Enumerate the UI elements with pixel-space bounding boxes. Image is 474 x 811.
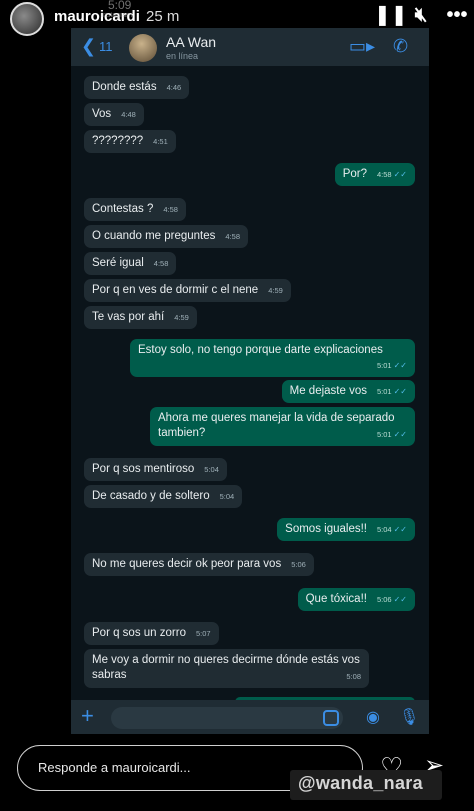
read-check-icon: ✓✓ xyxy=(393,361,407,370)
ghost-app-label: Instagram xyxy=(101,12,133,19)
message-text: Donde estás xyxy=(92,81,157,93)
more-icon[interactable]: ••• xyxy=(446,4,468,26)
mic-icon[interactable]: 🎙︎ xyxy=(399,707,419,727)
back-count[interactable]: 11 xyxy=(99,39,113,54)
message-bubble[interactable]: ???????? 4:51 xyxy=(84,130,176,153)
message-time: 5:07 xyxy=(195,629,211,638)
message-time: 4:51 xyxy=(153,137,168,146)
message-time: 4:59 xyxy=(174,313,189,322)
read-check-icon: ✓✓ xyxy=(393,595,407,604)
story-header: mauroicardi 5:09 Instagram 25 m ❚❚ 🔇︎ ••… xyxy=(0,0,474,36)
message-bubble[interactable]: Contestas ? 4:58 xyxy=(84,198,186,221)
message-bubble[interactable]: Estoy solo, no tengo porque darte explic… xyxy=(130,339,415,377)
message-list: Donde estás 4:46 Vos 4:48 ???????? 4:51 Por… xyxy=(71,66,429,707)
message-bubble[interactable]: Somos iguales!! 5:04 ✓✓ xyxy=(277,518,415,541)
story-time: 25 m xyxy=(146,8,180,25)
camera-icon[interactable]: ◉ xyxy=(366,707,380,727)
message-bubble[interactable]: Te vas por ahí 4:59 xyxy=(84,306,197,329)
message-bubble[interactable]: Por? 4:58 ✓✓ xyxy=(334,163,415,186)
message-time: 5:01 xyxy=(376,387,392,396)
message-time: 5:06 xyxy=(376,595,392,604)
message-time: 4:58 xyxy=(376,170,392,179)
message-bubble[interactable]: Seré igual 4:58 xyxy=(84,252,177,275)
message-time: 4:58 xyxy=(153,259,169,268)
message-text: No me queres decir ok peor para vos xyxy=(92,558,282,570)
message-text: Somos iguales!! xyxy=(285,523,367,535)
video-call-icon[interactable]: ▭▸ xyxy=(349,36,375,57)
message-time: 5:08 xyxy=(346,672,361,681)
contact-status: en línea xyxy=(166,51,199,61)
message-bubble[interactable]: No me queres decir ok peor para vos 5:06 xyxy=(84,553,314,576)
message-bubble[interactable]: Por q en ves de dormir c el nene 4:59 xyxy=(84,279,291,302)
contact-avatar[interactable] xyxy=(129,34,157,62)
message-text: Estoy solo, no tengo porque darte explic… xyxy=(138,344,383,356)
chevron-left-icon[interactable]: ❮ xyxy=(81,36,96,57)
message-text: O cuando me preguntes xyxy=(92,230,216,242)
message-composer: + ◉ 🎙︎ xyxy=(71,700,429,734)
message-text: Seré igual xyxy=(92,257,144,269)
message-text: Por q sos mentiroso xyxy=(92,463,195,475)
message-bubble[interactable]: Que tóxica!! 5:06 ✓✓ xyxy=(297,588,415,611)
chat-screenshot: ❮ 11 AA Wan en línea ▭▸ ✆ Donde estás 4:4… xyxy=(71,28,429,734)
read-check-icon: ✓✓ xyxy=(393,170,407,179)
story-avatar[interactable] xyxy=(10,2,44,36)
mention-sticker[interactable]: @wanda_nara xyxy=(290,770,442,800)
read-check-icon: ✓✓ xyxy=(393,387,407,396)
message-time: 5:04 xyxy=(376,525,392,534)
mute-icon[interactable]: 🔇︎ xyxy=(410,4,432,26)
message-text: Vos xyxy=(92,108,112,120)
reply-placeholder: Responde a mauroicardi... xyxy=(38,760,191,775)
message-time: 5:01 xyxy=(376,361,392,370)
message-time: 4:59 xyxy=(268,286,283,295)
message-text: De casado y de soltero xyxy=(92,490,210,502)
message-time: 5:06 xyxy=(291,560,306,569)
contact-name[interactable]: AA Wan xyxy=(166,34,216,50)
mention-text: @wanda_nara xyxy=(298,773,423,793)
message-text: Contestas ? xyxy=(92,203,154,215)
message-text: Te vas por ahí xyxy=(92,311,165,323)
message-time: 4:46 xyxy=(166,83,182,92)
message-bubble[interactable]: Ahora me queres manejar la vida de separ… xyxy=(150,407,415,446)
plus-icon[interactable]: + xyxy=(81,703,94,729)
message-bubble[interactable]: Por q sos mentiroso 5:04 xyxy=(84,458,227,481)
message-text: Me dejaste vos xyxy=(289,385,367,397)
message-time: 5:01 xyxy=(376,430,392,439)
phone-icon[interactable]: ✆ xyxy=(393,36,408,57)
message-text: Que tóxica!! xyxy=(305,593,367,605)
ghost-clock-time: 5:09 xyxy=(108,0,132,12)
message-bubble[interactable]: O cuando me preguntes 4:58 xyxy=(84,225,248,248)
pause-icon[interactable]: ❚❚ xyxy=(374,4,408,26)
message-bubble[interactable]: Vos 4:48 xyxy=(84,103,144,126)
message-time: 5:04 xyxy=(204,465,219,474)
message-bubble[interactable]: Me dejaste vos 5:01 ✓✓ xyxy=(281,380,415,403)
message-bubble[interactable]: De casado y de soltero 5:04 xyxy=(84,485,243,508)
message-text: ???????? xyxy=(92,135,144,147)
story-controls: ❚❚ 🔇︎ ••• xyxy=(374,4,468,26)
message-bubble[interactable]: Me voy a dormir no queres decirme dónde … xyxy=(84,649,369,688)
message-input[interactable] xyxy=(111,707,343,729)
read-check-icon: ✓✓ xyxy=(393,525,407,534)
message-bubble[interactable]: Por q sos un zorro 5:07 xyxy=(84,622,219,645)
message-bubble[interactable]: Donde estás 4:46 xyxy=(84,76,190,99)
message-time: 5:04 xyxy=(219,492,235,501)
message-time: 4:58 xyxy=(163,205,178,214)
message-text: Por? xyxy=(342,168,367,180)
message-time: 4:48 xyxy=(121,110,136,119)
message-text: Por q sos un zorro xyxy=(92,627,186,639)
message-time: 4:58 xyxy=(225,232,240,241)
sticker-icon[interactable] xyxy=(323,710,339,726)
read-check-icon: ✓✓ xyxy=(393,430,407,439)
message-text: Por q en ves de dormir c el nene xyxy=(92,284,259,296)
